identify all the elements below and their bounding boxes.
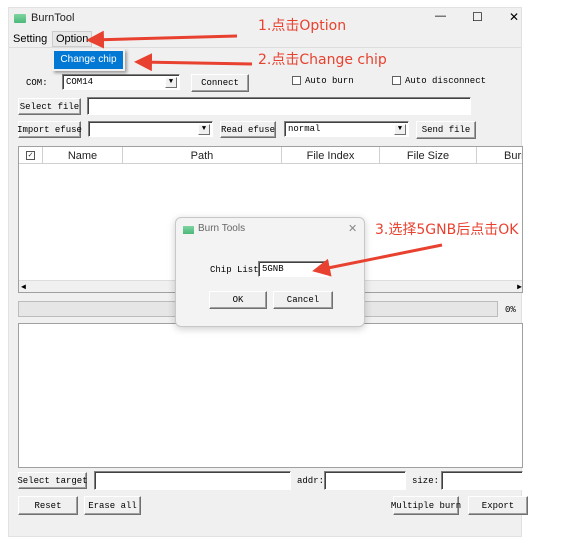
efuse-select[interactable]: ▼: [88, 121, 213, 137]
col-path[interactable]: Path: [123, 147, 282, 164]
table-header: ✓ Name Path File Index File Size Burn: [19, 147, 522, 164]
chip-list-select[interactable]: 5GNB ▾: [258, 261, 329, 277]
burn-tools-dialog: Burn Tools ✕ Chip List 5GNB ▾ OK Cancel: [175, 217, 365, 327]
annotation-step2: 2.点击Change chip: [258, 52, 387, 68]
maximize-button[interactable]: ☐: [472, 10, 483, 24]
dialog-app-icon: [183, 226, 194, 234]
send-file-button[interactable]: Send file: [416, 121, 476, 139]
col-file-index[interactable]: File Index: [282, 147, 380, 164]
auto-burn-label: Auto burn: [305, 76, 354, 86]
addr-input[interactable]: [324, 471, 406, 490]
read-efuse-button[interactable]: Read efuse: [220, 121, 276, 138]
file-path-input[interactable]: [87, 97, 471, 115]
select-all-checkbox[interactable]: ✓: [19, 147, 43, 164]
com-select[interactable]: COM14 ▼: [62, 74, 180, 90]
menu-setting[interactable]: Setting: [13, 33, 47, 45]
cancel-button[interactable]: Cancel: [273, 291, 333, 309]
size-input[interactable]: [441, 471, 523, 490]
reset-button[interactable]: Reset: [18, 496, 78, 515]
option-dropdown: Change chip: [52, 49, 125, 71]
menu-option[interactable]: Option: [52, 31, 93, 47]
scroll-right-icon[interactable]: ▶: [517, 282, 522, 292]
log-area[interactable]: [18, 323, 523, 468]
target-input[interactable]: [94, 471, 291, 490]
chevron-down-icon[interactable]: ▼: [198, 124, 210, 135]
progress-label: 0%: [505, 305, 516, 315]
window-title: BurnTool: [31, 12, 75, 24]
multiple-burn-button[interactable]: Multiple burn: [391, 496, 461, 515]
annotation-step3: 3.选择5GNB后点击OK: [375, 222, 519, 238]
chevron-down-icon[interactable]: ▼: [165, 77, 177, 88]
col-file-size[interactable]: File Size: [380, 147, 477, 164]
chip-value: 5GNB: [262, 264, 284, 274]
col-name[interactable]: Name: [43, 147, 123, 164]
select-file-button[interactable]: Select file: [18, 98, 81, 115]
connect-button[interactable]: Connect: [191, 74, 249, 92]
scroll-left-icon[interactable]: ◀: [21, 282, 26, 292]
dialog-title: Burn Tools: [198, 223, 246, 234]
app-icon: [14, 14, 26, 23]
auto-disconnect-label: Auto disconnect: [405, 76, 487, 86]
import-efuse-button[interactable]: Import efuse: [17, 121, 82, 138]
auto-disconnect-checkbox[interactable]: Auto disconnect: [392, 76, 486, 86]
annotation-step1: 1.点击Option: [258, 18, 347, 34]
chip-list-label: Chip List: [210, 265, 259, 275]
export-button[interactable]: Export: [468, 496, 528, 515]
com-label: COM:: [26, 78, 48, 88]
auto-burn-checkbox[interactable]: Auto burn: [292, 76, 354, 86]
col-burn[interactable]: Burn: [477, 147, 522, 164]
mode-select[interactable]: normal ▼: [284, 121, 409, 137]
dialog-close-button[interactable]: ✕: [348, 222, 357, 235]
menu-separator: [9, 47, 521, 48]
menu-item-change-chip[interactable]: Change chip: [54, 51, 123, 69]
minimize-button[interactable]: —: [435, 10, 446, 22]
chevron-down-icon[interactable]: ▼: [394, 124, 406, 135]
ok-button[interactable]: OK: [209, 291, 267, 309]
mode-value: normal: [288, 124, 321, 134]
chevron-down-icon[interactable]: ▾: [314, 264, 326, 275]
erase-all-button[interactable]: Erase all: [84, 496, 141, 515]
checkbox-icon[interactable]: [392, 76, 401, 86]
addr-label: addr:: [297, 476, 325, 486]
select-target-button[interactable]: Select target: [17, 472, 88, 489]
close-button[interactable]: ✕: [509, 10, 519, 24]
size-label: size:: [412, 476, 440, 486]
checkbox-icon[interactable]: [292, 76, 301, 86]
com-value: COM14: [66, 77, 94, 87]
